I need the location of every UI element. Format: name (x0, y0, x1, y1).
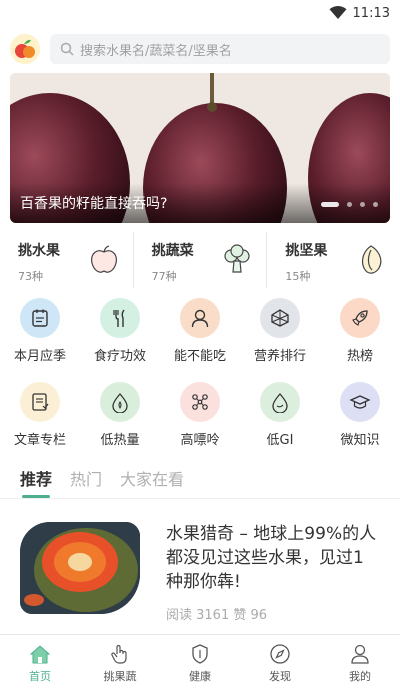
feature-nutrition-rank[interactable]: 营养排行 (240, 298, 320, 382)
feature-can-eat[interactable]: 能不能吃 (160, 298, 240, 382)
person-icon (351, 644, 369, 664)
feature-knowledge[interactable]: 微知识 (320, 382, 400, 466)
nav-label: 首页 (29, 670, 51, 683)
pick-fruit[interactable]: 挑水果 73种 (0, 232, 133, 288)
nav-profile[interactable]: 我的 (320, 635, 400, 690)
nav-discover[interactable]: 发现 (240, 635, 320, 690)
feature-label: 食疗功效 (93, 349, 146, 364)
app-logo[interactable] (10, 34, 40, 64)
feature-low-gi[interactable]: 低GI (240, 382, 320, 466)
search-icon (60, 42, 74, 56)
feature-label: 营养排行 (253, 349, 306, 364)
content-tabs: 推荐 热门 大家在看 (20, 466, 184, 498)
rocket-icon (340, 298, 380, 338)
feature-high-purine[interactable]: 高嘌呤 (160, 382, 240, 466)
top-bar: 搜索水果名/蔬菜名/坚果名 (0, 26, 400, 72)
tab-everyone-watching[interactable]: 大家在看 (120, 466, 184, 498)
feature-label: 能不能吃 (173, 349, 226, 364)
carousel-dot (347, 202, 352, 207)
calendar-icon (20, 298, 60, 338)
pick-vegetable[interactable]: 挑蔬菜 77种 (132, 232, 267, 288)
article-icon (20, 382, 60, 422)
nav-label: 挑果蔬 (103, 670, 137, 683)
feature-label: 热榜 (346, 349, 373, 364)
exotic-fruit-image (20, 522, 140, 614)
feature-label: 高嘌呤 (180, 433, 220, 448)
feature-hot-list[interactable]: 热榜 (320, 298, 400, 382)
nut-icon (361, 245, 382, 274)
feature-label: 本月应季 (13, 349, 66, 364)
wifi-icon (329, 6, 347, 19)
search-placeholder: 搜索水果名/蔬菜名/坚果名 (80, 43, 232, 59)
nav-label: 发现 (269, 670, 291, 683)
carousel-dot (360, 202, 365, 207)
nav-home[interactable]: 首页 (0, 635, 80, 690)
feature-label: 文章专栏 (13, 433, 66, 448)
molecule-icon (260, 298, 300, 338)
nav-pick[interactable]: 挑果蔬 (80, 635, 160, 690)
fruit-logo-icon (15, 39, 35, 58)
banner-carousel[interactable]: 百香果的籽能直接吞吗? (10, 73, 390, 223)
carousel-dot (373, 202, 378, 207)
article-meta: 阅读 3161 赞 96 (166, 608, 268, 623)
cutlery-icon (100, 298, 140, 338)
bottom-nav: 首页 挑果蔬 健康 发现 我的 (0, 634, 400, 690)
pick-nut[interactable]: 挑坚果 15种 (266, 232, 400, 288)
glucose-drop-icon (260, 382, 300, 422)
feature-low-calorie[interactable]: 低热量 (80, 382, 160, 466)
shield-icon (192, 644, 208, 664)
nav-label: 我的 (349, 670, 371, 683)
pick-categories: 挑水果 73种 挑蔬菜 77种 挑坚果 15种 (0, 232, 400, 288)
nav-health[interactable]: 健康 (160, 635, 240, 690)
carousel-dot-active (321, 202, 339, 207)
hand-pointer-icon (111, 644, 127, 664)
article-title: 水果猎奇 – 地球上99%的人都没见过这些水果，见过1种那你犇! (166, 524, 377, 592)
tab-recommend[interactable]: 推荐 (20, 466, 52, 498)
broccoli-icon (224, 244, 250, 273)
feature-label: 低GI (266, 433, 294, 448)
carousel-indicator (321, 202, 378, 207)
article-card[interactable]: 水果猎奇 – 地球上99%的人都没见过这些水果，见过1种那你犇! 阅读 3161… (20, 522, 380, 623)
article-thumbnail (20, 522, 140, 614)
person-question-icon (180, 298, 220, 338)
banner-caption: 百香果的籽能直接吞吗? (20, 196, 168, 212)
network-icon (180, 382, 220, 422)
tabs-divider (0, 498, 400, 499)
compass-icon (270, 644, 290, 664)
feature-label: 低热量 (100, 433, 140, 448)
drop-icon (100, 382, 140, 422)
home-icon (29, 645, 51, 664)
nav-label: 健康 (189, 670, 211, 683)
graduation-cap-icon (340, 382, 380, 422)
apple-icon (90, 245, 117, 273)
tab-hot[interactable]: 热门 (70, 466, 102, 498)
search-bar[interactable]: 搜索水果名/蔬菜名/坚果名 (50, 34, 390, 64)
status-time: 11:13 (352, 5, 390, 21)
feature-label: 微知识 (340, 433, 380, 448)
status-bar: 11:13 (0, 0, 400, 26)
feature-seasonal[interactable]: 本月应季 (0, 298, 80, 382)
feature-grid: 本月应季 食疗功效 能不能吃 营养排行 热榜 文章专栏 低热量 高嘌呤 低GI … (0, 298, 400, 466)
feature-therapy[interactable]: 食疗功效 (80, 298, 160, 382)
feature-articles[interactable]: 文章专栏 (0, 382, 80, 466)
